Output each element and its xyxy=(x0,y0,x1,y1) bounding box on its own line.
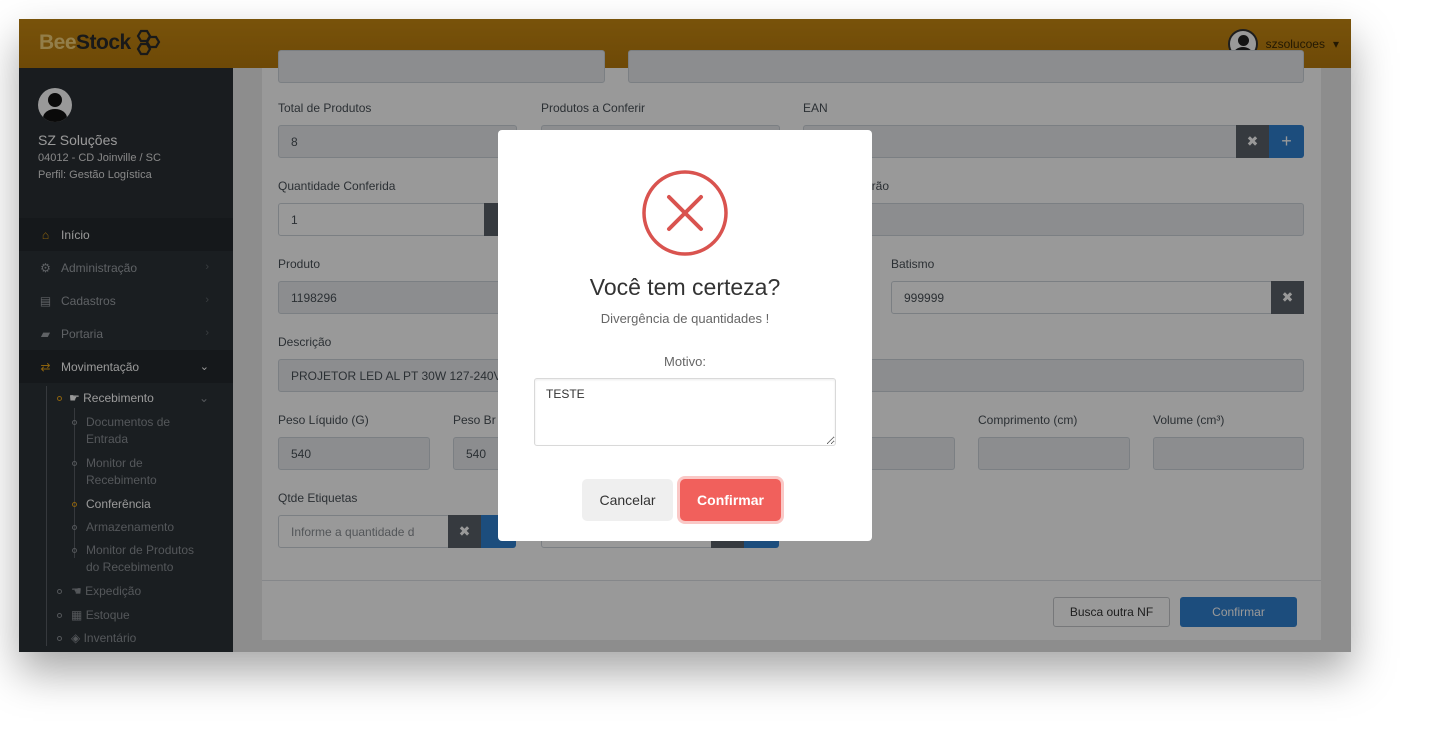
cancel-button[interactable]: Cancelar xyxy=(582,479,673,521)
dialog-title: Você tem certeza? xyxy=(589,274,781,300)
dialog-message: Divergência de quantidades ! xyxy=(600,311,770,326)
confirm-button[interactable]: Confirmar xyxy=(680,479,781,521)
modal-backdrop[interactable]: Você tem certeza? Divergência de quantid… xyxy=(19,19,1351,652)
motivo-label: Motivo: xyxy=(664,354,706,369)
confirm-dialog: Você tem certeza? Divergência de quantid… xyxy=(498,130,872,541)
motivo-textarea[interactable]: TESTE xyxy=(534,378,836,446)
app-window: BeeStock szsolucoes ▾ SZ Soluções 04012 … xyxy=(19,19,1351,652)
error-x-icon xyxy=(642,170,728,256)
